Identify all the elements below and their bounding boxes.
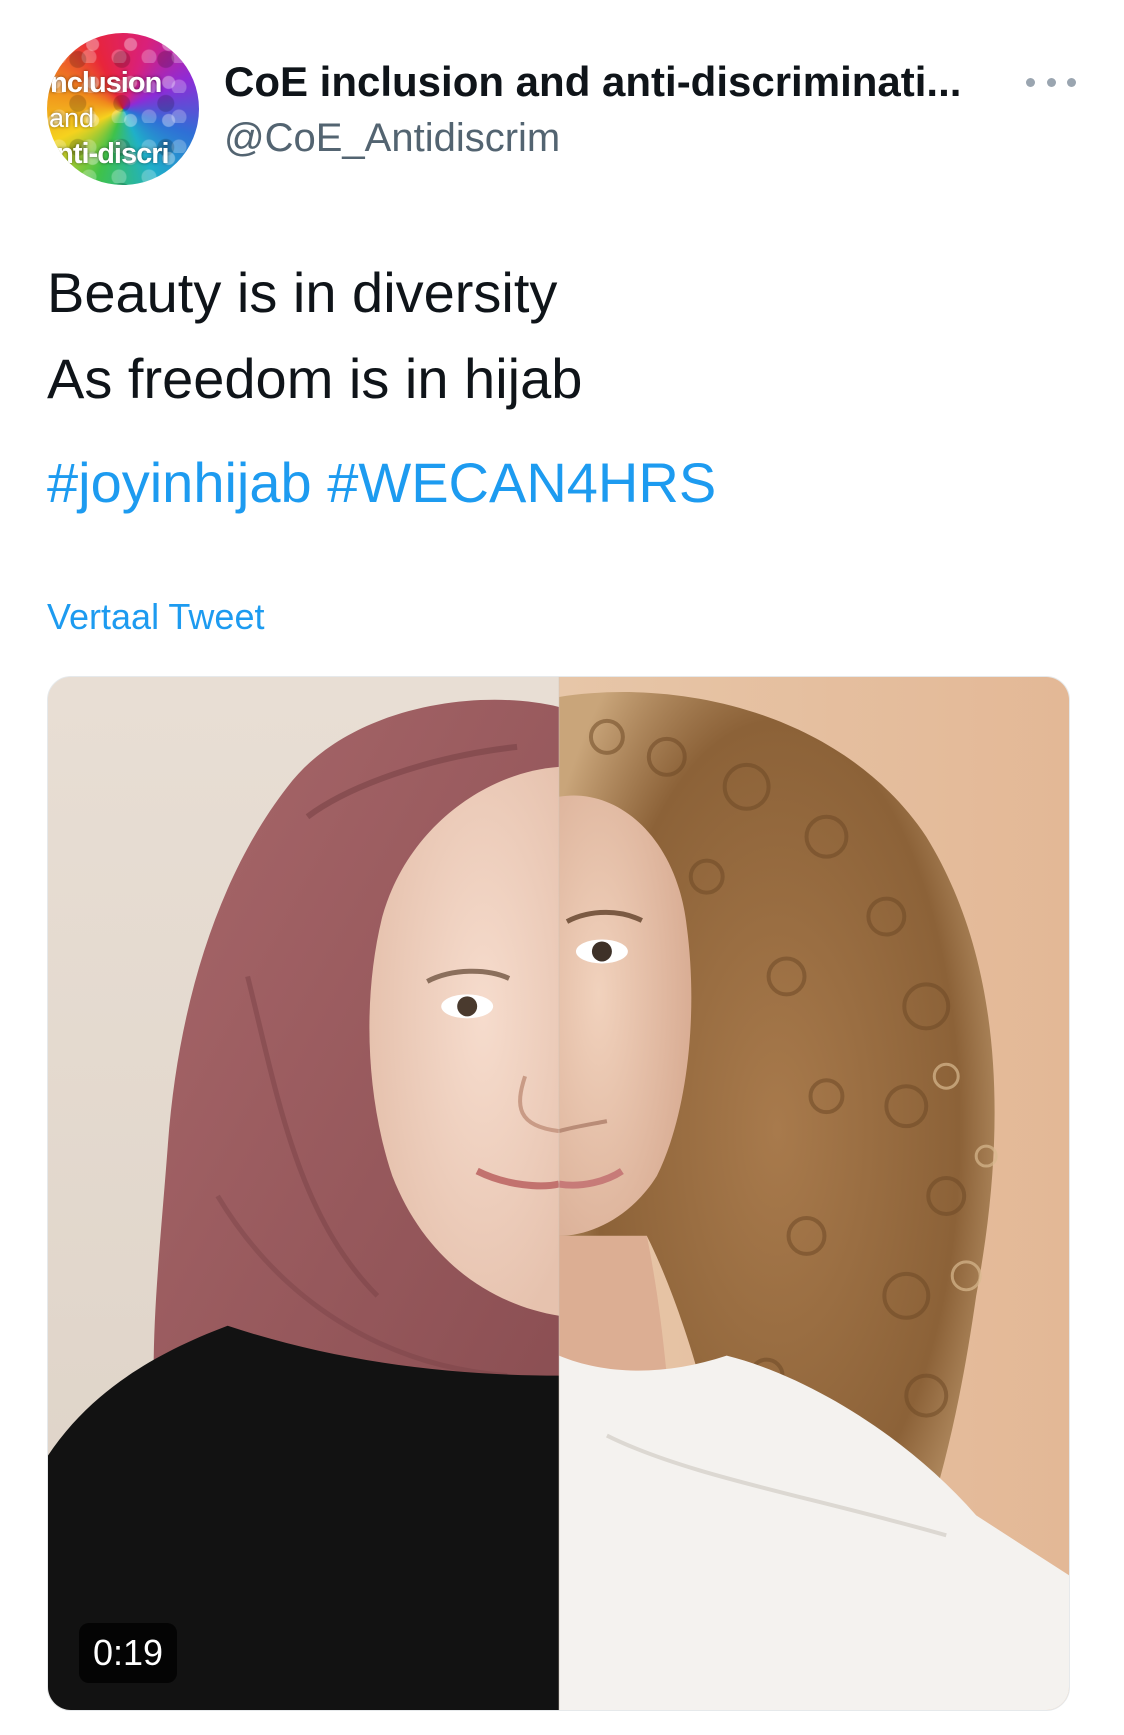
account-handle[interactable]: @CoE_Antidiscrim <box>224 113 560 163</box>
tweet-text-line: As freedom is in hijab <box>47 347 583 410</box>
avatar-logo-text-line-3: anti-discri <box>47 138 170 170</box>
hashtag-joyinhijab[interactable]: #joyinhijab <box>47 451 312 514</box>
tweet-video[interactable]: 0:19 <box>47 676 1070 1711</box>
tweet-text: Beauty is in diversity As freedom is in … <box>47 250 1077 422</box>
hashtag-wecan4hrs[interactable]: #WECAN4HRS <box>327 451 716 514</box>
profile-avatar[interactable]: inclusion and anti-discri <box>47 33 199 185</box>
video-thumbnail-image <box>48 677 1069 1710</box>
avatar-logo-text-line-1: inclusion <box>47 67 162 99</box>
more-options-button[interactable] <box>1018 64 1084 100</box>
video-duration-badge: 0:19 <box>79 1623 178 1683</box>
more-horizontal-icon-dot <box>1046 77 1056 87</box>
more-horizontal-icon-dot <box>1067 77 1076 87</box>
translate-tweet-link[interactable]: Vertaal Tweet <box>47 596 264 638</box>
hashtag-row: #joyinhijab #WECAN4HRS <box>47 440 716 526</box>
account-display-name[interactable]: CoE inclusion and anti-discriminati... <box>224 57 1004 107</box>
more-horizontal-icon <box>1026 77 1035 87</box>
tweet-text-line: Beauty is in diversity <box>47 261 558 324</box>
avatar-logo-text-line-2: and <box>49 103 95 133</box>
